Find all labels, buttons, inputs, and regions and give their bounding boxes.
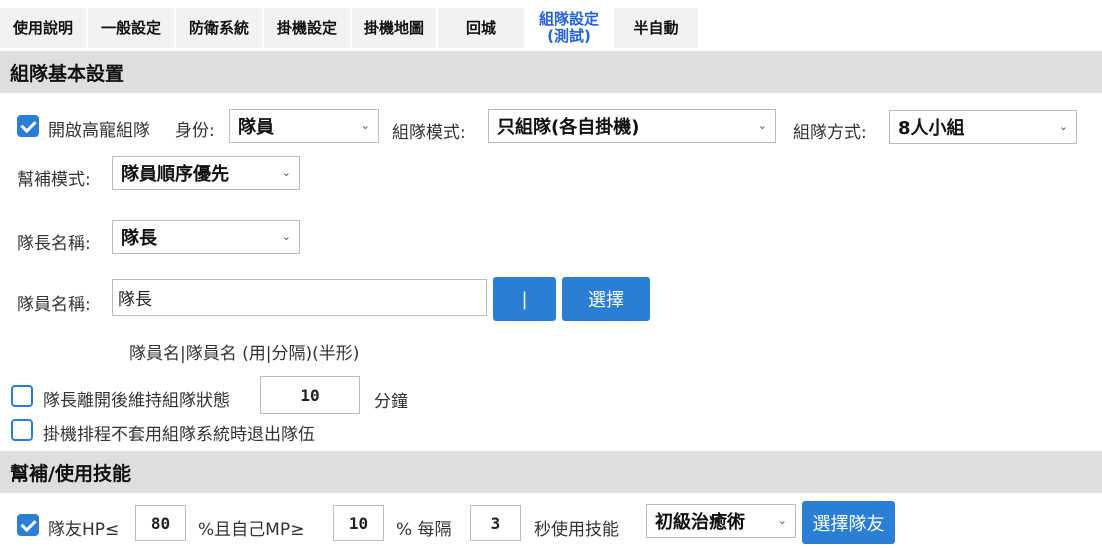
leader-name-label: 隊長名稱: (17, 234, 91, 254)
mp-threshold-value: 10 (348, 513, 369, 533)
self-mp-label: %且自己MP≥ (198, 520, 305, 540)
use-skill-label: 秒使用技能 (534, 520, 619, 540)
tab-team-settings[interactable]: 組隊設定 (測試) (526, 8, 613, 48)
team-method-select[interactable]: 8人小組 ⌄ (889, 110, 1077, 144)
tab-label: 組隊設定 (538, 10, 599, 28)
keep-team-checkbox[interactable] (11, 385, 33, 407)
team-method-value: 8人小組 (898, 118, 965, 139)
chevron-down-icon: ⌄ (1058, 120, 1068, 133)
tab-label: 半自動 (633, 18, 679, 37)
mp-threshold-input[interactable]: 10 (333, 505, 384, 541)
tab-label-sub: (測試) (547, 27, 591, 45)
interval-seconds-value: 3 (490, 513, 501, 533)
separator-button-label: | (521, 288, 528, 310)
hp-threshold-input[interactable]: 80 (135, 505, 186, 541)
team-method-label: 組隊方式: (793, 123, 867, 143)
tab-label: 防衛系統 (188, 18, 249, 37)
enable-team-label: 開啟高寵組隊 (48, 121, 150, 141)
leader-name-select[interactable]: 隊長 ⌄ (112, 220, 300, 254)
team-mode-label: 組隊模式: (392, 123, 466, 143)
skill-select[interactable]: 初級治癒術 ⌄ (646, 504, 796, 538)
tab-label: 回城 (465, 18, 496, 37)
assist-mode-select[interactable]: 隊員順序優先 ⌄ (112, 156, 300, 190)
keep-team-minutes-value: 10 (300, 385, 320, 405)
tab-semi-auto[interactable]: 半自動 (614, 8, 699, 48)
tab-label: 掛機地圖 (363, 18, 424, 37)
team-mode-select[interactable]: 只組隊(各自掛機) ⌄ (488, 109, 776, 143)
tab-afk-map[interactable]: 掛機地圖 (352, 8, 437, 48)
minutes-unit-label: 分鐘 (374, 392, 408, 412)
leader-name-value: 隊長 (121, 228, 157, 249)
assist-mode-label: 幫補模式: (17, 170, 91, 190)
keep-team-label: 隊長離開後維持組隊狀態 (43, 391, 230, 411)
role-select[interactable]: 隊員 ⌄ (229, 109, 379, 143)
tab-usage[interactable]: 使用說明 (0, 8, 87, 48)
choose-teammate-button[interactable]: 選擇隊友 (802, 501, 895, 544)
section-title: 幫補/使用技能 (10, 462, 131, 485)
tab-label: 使用說明 (12, 18, 73, 37)
skill-row-checkbox[interactable] (17, 514, 39, 536)
hp-threshold-value: 80 (150, 513, 171, 533)
role-label: 身份: (175, 121, 215, 141)
exit-team-checkbox[interactable] (11, 419, 33, 441)
skill-value: 初級治癒術 (655, 512, 745, 533)
chevron-down-icon: ⌄ (360, 119, 370, 132)
select-member-button[interactable]: 選擇 (562, 277, 650, 321)
tab-general-settings[interactable]: 一般設定 (88, 8, 175, 48)
tab-label: 一般設定 (100, 18, 161, 37)
tab-defense-system[interactable]: 防衛系統 (176, 8, 263, 48)
chevron-down-icon: ⌄ (281, 230, 291, 243)
chevron-down-icon: ⌄ (777, 514, 787, 527)
tab-label: 掛機設定 (276, 18, 337, 37)
role-value: 隊員 (238, 117, 274, 138)
interval-seconds-input[interactable]: 3 (470, 505, 521, 541)
team-mode-value: 只組隊(各自掛機) (497, 117, 640, 138)
keep-team-minutes-input[interactable]: 10 (260, 376, 360, 414)
assist-mode-value: 隊員順序優先 (121, 164, 229, 185)
separator-button[interactable]: | (493, 277, 556, 321)
section-title: 組隊基本設置 (10, 62, 125, 85)
member-name-label: 隊員名稱: (17, 295, 91, 315)
teammate-hp-label: 隊友HP≤ (48, 520, 120, 540)
interval-label: % 每隔 (396, 520, 452, 540)
enable-team-checkbox[interactable] (17, 115, 39, 137)
section-header-team-basic: 組隊基本設置 (0, 51, 1102, 93)
tab-afk-settings[interactable]: 掛機設定 (264, 8, 351, 48)
tab-return-town[interactable]: 回城 (438, 8, 525, 48)
member-name-input[interactable]: 隊長 (112, 279, 487, 316)
section-header-assist-skill: 幫補/使用技能 (0, 451, 1102, 493)
member-name-hint: 隊員名|隊員名 (用|分隔)(半形) (129, 344, 360, 364)
exit-team-label: 掛機排程不套用組隊系統時退出隊伍 (43, 425, 315, 445)
member-name-value: 隊長 (118, 290, 152, 310)
choose-teammate-label: 選擇隊友 (812, 513, 885, 535)
select-button-label: 選擇 (588, 290, 624, 311)
chevron-down-icon: ⌄ (757, 119, 767, 132)
chevron-down-icon: ⌄ (281, 166, 291, 179)
